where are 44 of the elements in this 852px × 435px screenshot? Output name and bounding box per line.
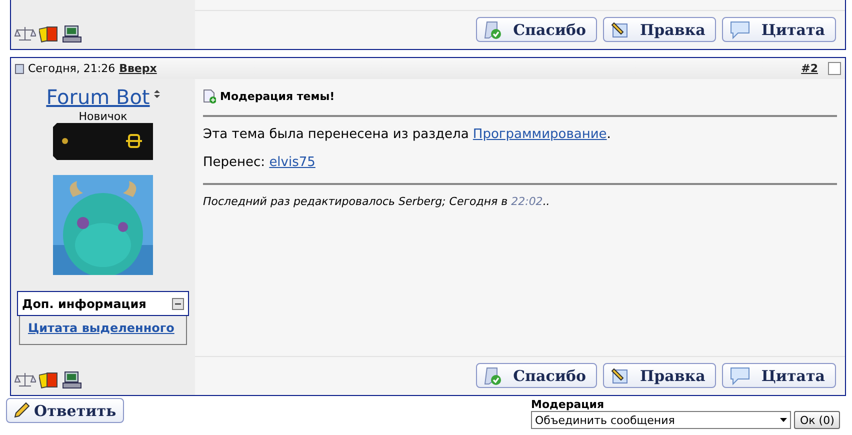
pencil-icon [12, 402, 30, 420]
author-name[interactable]: Forum Bot [46, 85, 150, 109]
document-icon [15, 64, 24, 74]
user-rank: Новичок [78, 110, 128, 123]
computer-icon[interactable] [62, 25, 82, 43]
computer-icon[interactable] [62, 371, 82, 389]
quote-button[interactable]: Цитата [722, 363, 836, 388]
cards-icon[interactable] [39, 25, 59, 43]
document-add-icon [203, 88, 216, 104]
post-title: Модерация темы! [220, 90, 335, 102]
pencil-paper-icon [610, 366, 630, 386]
select-checkbox[interactable] [828, 62, 841, 75]
speech-bubble-icon [729, 366, 752, 386]
thanks-button[interactable]: Спасибо [476, 17, 597, 42]
extra-info-title: Доп. информация [22, 296, 146, 310]
document-check-icon [483, 20, 504, 40]
quote-button[interactable]: Цитата [722, 17, 836, 42]
quote-selection-link[interactable]: Цитата выделенного [28, 321, 174, 335]
collapse-icon[interactable] [172, 298, 184, 310]
post-text: Перенес: elvis75 [203, 155, 316, 170]
dropdown-arrow-icon[interactable] [780, 418, 787, 422]
speech-bubble-icon [729, 20, 752, 40]
edit-button[interactable]: Правка [602, 363, 716, 388]
thanks-button[interactable]: Спасибо [476, 363, 597, 388]
edit-note: Последний раз редактировалось Serberg; Сегодня в 22:02.. [203, 195, 551, 208]
moderation-label: Модерация [531, 398, 606, 411]
moderation-select[interactable]: Объединить сообщения [531, 411, 791, 429]
post-number-link[interactable]: #2 [801, 62, 818, 75]
pencil-paper-icon [610, 20, 630, 40]
post-date: Сегодня, 21:26 [28, 62, 116, 75]
post-text: Эта тема была перенесена из раздела Программирование. [203, 127, 612, 142]
reply-button[interactable]: Ответить [6, 398, 124, 423]
document-check-icon [483, 366, 504, 386]
text-link[interactable]: Программирование [472, 127, 607, 142]
extra-info-header[interactable]: Доп. информация [17, 291, 189, 316]
top-link[interactable]: Вверх [119, 62, 157, 75]
ok-button[interactable]: Ок (0) [794, 411, 840, 429]
rank-insignia-icon [53, 123, 153, 160]
sort-arrows-icon[interactable] [154, 89, 160, 99]
scales-icon[interactable] [14, 25, 36, 43]
scales-icon[interactable] [14, 371, 36, 389]
cards-icon[interactable] [39, 371, 59, 389]
edit-button[interactable]: Правка [602, 17, 716, 42]
text-link[interactable]: elvis75 [269, 155, 316, 170]
